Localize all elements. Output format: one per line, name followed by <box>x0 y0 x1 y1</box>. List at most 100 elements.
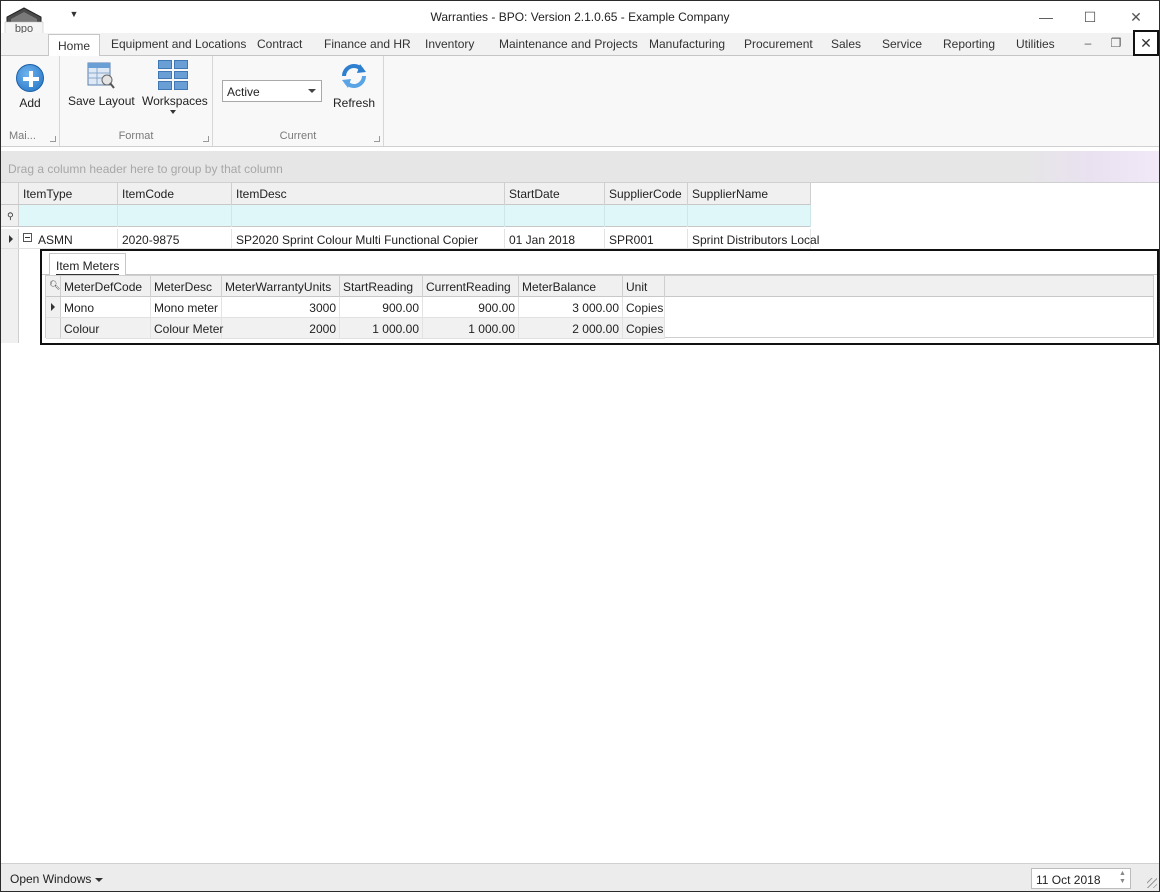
mdi-minimize-button[interactable]: – <box>1079 36 1097 50</box>
chevron-down-icon <box>308 89 316 93</box>
cell-startdate[interactable]: 01 Jan 2018 <box>505 229 605 249</box>
cell-meterwarrantyunits[interactable]: 2000 <box>222 318 340 339</box>
collapse-row-icon[interactable] <box>23 233 32 242</box>
status-filter-value: Active <box>227 85 260 99</box>
table-row[interactable]: Colour Colour Meter 2000 1 000.00 1 000.… <box>46 318 665 339</box>
meters-header-indicator[interactable]: 🔍︎ <box>46 276 61 296</box>
ribbon-tabs: Home Equipment and Locations Contract Fi… <box>1 33 1159 57</box>
filter-cell-suppliercode[interactable] <box>605 205 688 227</box>
cell-meterbalance[interactable]: 2 000.00 <box>519 318 623 339</box>
cell-meterdefcode[interactable]: Mono <box>61 297 151 318</box>
ribbon-group-format: Save Layout Workspaces Format <box>60 56 213 146</box>
cell-currentreading[interactable]: 1 000.00 <box>423 318 519 339</box>
tab-sales[interactable]: Sales <box>831 37 861 51</box>
cell-meterdesc[interactable]: Colour Meter <box>151 318 223 339</box>
cell-meterdesc[interactable]: Mono meter <box>151 297 222 318</box>
item-meters-detail: Item Meters 🔍︎ MeterDefCode MeterDesc Me… <box>40 249 1159 345</box>
filter-pin-icon: ⚲ <box>7 211 14 221</box>
resize-grip-icon[interactable] <box>1147 878 1157 888</box>
row-focus-icon <box>9 235 13 243</box>
add-button[interactable]: Add <box>13 64 47 110</box>
column-header-meterdefcode[interactable]: MeterDefCode <box>61 276 151 297</box>
cell-meterbalance[interactable]: 3 000.00 <box>519 297 623 318</box>
mdi-close-button[interactable]: ✕ <box>1133 30 1159 56</box>
table-row[interactable]: Mono Mono meter 3000 900.00 900.00 3 000… <box>46 297 665 318</box>
meters-header-row: 🔍︎ MeterDefCode MeterDesc MeterWarrantyU… <box>46 276 1153 297</box>
tab-item-meters[interactable]: Item Meters <box>49 253 127 276</box>
close-window-button[interactable]: ✕ <box>1113 5 1159 29</box>
cell-itemtype[interactable]: ASMN <box>34 229 118 249</box>
cell-suppliername[interactable]: Sprint Distributors Local <box>688 229 819 249</box>
column-header-itemtype[interactable]: ItemType <box>19 183 118 205</box>
tab-procurement[interactable]: Procurement <box>744 37 813 51</box>
auto-filter-row: ⚲ <box>1 205 811 227</box>
cell-meterwarrantyunits[interactable]: 3000 <box>222 297 340 318</box>
save-layout-button[interactable]: Save Layout <box>68 60 135 108</box>
save-layout-icon <box>85 60 115 90</box>
row-focus-icon <box>51 303 55 311</box>
date-value: 11 Oct 2018 <box>1036 873 1101 887</box>
ribbon-group-current-launcher[interactable] <box>374 136 380 142</box>
filter-cell-itemdesc[interactable] <box>232 205 505 227</box>
tab-contract[interactable]: Contract <box>257 37 302 51</box>
tab-inventory[interactable]: Inventory <box>425 37 474 51</box>
cell-startreading[interactable]: 1 000.00 <box>340 318 423 339</box>
mdi-restore-button[interactable]: ❐ <box>1107 36 1125 50</box>
workspaces-label: Workspaces <box>142 94 208 108</box>
column-header-meterdesc[interactable]: MeterDesc <box>151 276 222 297</box>
header-indicator <box>1 183 19 204</box>
status-bar: Open Windows 11 Oct 2018 ▲ ▼ <box>1 863 1159 891</box>
add-icon <box>16 64 44 92</box>
tab-reporting[interactable]: Reporting <box>943 37 995 51</box>
open-windows-button[interactable]: Open Windows <box>10 872 104 886</box>
maximize-button[interactable]: ☐ <box>1067 5 1113 29</box>
group-by-panel[interactable]: Drag a column header here to group by th… <box>1 151 1159 183</box>
filter-cell-startdate[interactable] <box>505 205 605 227</box>
tab-manufacturing[interactable]: Manufacturing <box>649 37 725 51</box>
tab-equipment-and-locations[interactable]: Equipment and Locations <box>111 37 246 51</box>
cell-itemdesc[interactable]: SP2020 Sprint Colour Multi Functional Co… <box>232 229 505 249</box>
ribbon-group-format-launcher[interactable] <box>203 136 209 142</box>
ribbon-group-main-launcher[interactable] <box>50 136 56 142</box>
filter-cell-itemcode[interactable] <box>118 205 232 227</box>
column-header-startreading[interactable]: StartReading <box>340 276 423 297</box>
grid-header-row: ItemType ItemCode ItemDesc StartDate Sup… <box>1 183 811 205</box>
workspaces-button[interactable]: Workspaces <box>142 60 208 114</box>
cell-itemcode[interactable]: 2020-9875 <box>118 229 232 249</box>
column-header-suppliername[interactable]: SupplierName <box>688 183 811 205</box>
tab-home[interactable]: Home <box>48 34 101 57</box>
column-header-currentreading[interactable]: CurrentReading <box>423 276 519 297</box>
column-header-meterwarrantyunits[interactable]: MeterWarrantyUnits <box>222 276 340 297</box>
status-filter-dropdown[interactable]: Active <box>222 80 322 102</box>
tab-maintenance-and-projects[interactable]: Maintenance and Projects <box>499 37 638 51</box>
cell-startreading[interactable]: 900.00 <box>340 297 423 318</box>
ribbon-group-format-label: Format <box>118 130 154 142</box>
column-header-itemcode[interactable]: ItemCode <box>118 183 232 205</box>
search-icon: 🔍︎ <box>49 280 61 290</box>
date-spinner-icon[interactable]: ▲ ▼ <box>1119 870 1126 886</box>
cell-suppliercode[interactable]: SPR001 <box>605 229 688 249</box>
application-window: ▼ Warranties - BPO: Version 2.1.0.65 - E… <box>0 0 1160 892</box>
column-header-startdate[interactable]: StartDate <box>505 183 605 205</box>
column-header-meterbalance[interactable]: MeterBalance <box>519 276 623 297</box>
cell-currentreading[interactable]: 900.00 <box>423 297 519 318</box>
filter-cell-itemtype[interactable] <box>19 205 118 227</box>
workspaces-icon <box>158 60 188 90</box>
refresh-icon <box>338 60 370 92</box>
tab-finance-and-hr[interactable]: Finance and HR <box>324 37 411 51</box>
tab-service[interactable]: Service <box>882 37 922 51</box>
cell-unit[interactable]: Copies <box>623 297 665 318</box>
row-indicator <box>1 229 19 248</box>
minimize-button[interactable]: — <box>1023 5 1069 29</box>
column-header-suppliercode[interactable]: SupplierCode <box>605 183 688 205</box>
filter-cell-suppliername[interactable] <box>688 205 811 227</box>
column-header-itemdesc[interactable]: ItemDesc <box>232 183 505 205</box>
table-row[interactable]: ASMN 2020-9875 SP2020 Sprint Colour Mult… <box>1 229 819 249</box>
meter-row-indicator <box>46 318 61 338</box>
date-field[interactable]: 11 Oct 2018 <box>1031 868 1131 889</box>
cell-meterdefcode[interactable]: Colour <box>61 318 151 339</box>
tab-utilities[interactable]: Utilities <box>1016 37 1055 51</box>
refresh-button[interactable]: Refresh <box>331 60 377 110</box>
column-header-unit[interactable]: Unit <box>623 276 665 297</box>
cell-unit[interactable]: Copies <box>623 318 665 339</box>
